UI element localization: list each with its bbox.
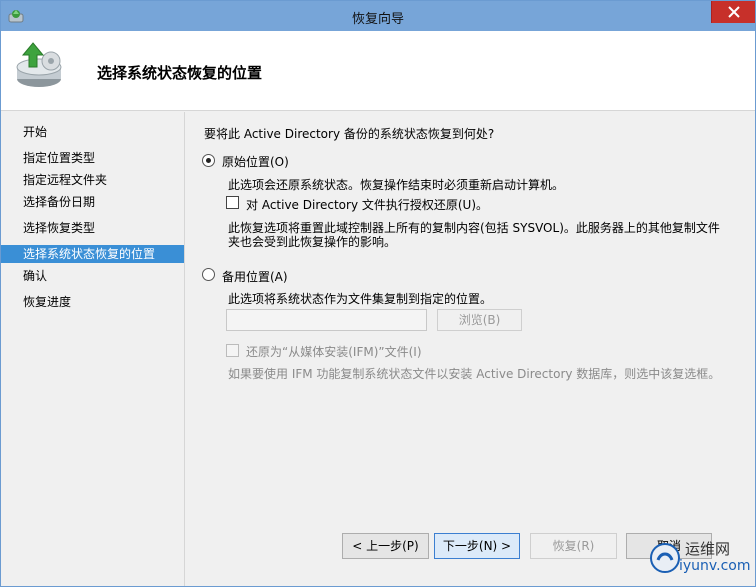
wizard-steps: 开始 指定位置类型 指定远程文件夹 选择备份日期 选择恢复类型 选择系统状态恢复… <box>1 112 185 586</box>
authoritative-restore-label[interactable]: 对 Active Directory 文件执行授权还原(U)。 <box>246 196 488 213</box>
ifm-restore-label[interactable]: 还原为“从媒体安装(IFM)”文件(I) <box>246 343 422 360</box>
recovery-wizard-window: 恢复向导 选择系统状态恢复的位置 开始 指定位置类型 指定远程文件夹 选择备份日… <box>0 0 756 587</box>
question-text: 要将此 Active Directory 备份的系统状态恢复到何处? <box>204 127 495 141</box>
watermark-logo-icon <box>650 543 680 573</box>
original-location-radio[interactable] <box>202 154 215 167</box>
ifm-note: 如果要使用 IFM 功能复制系统状态文件以安装 Active Directory… <box>228 367 721 381</box>
title-bar: 恢复向导 <box>1 1 755 31</box>
alternate-location-desc: 此选项将系统状态作为文件集复制到指定的位置。 <box>228 292 493 306</box>
step-location-type: 指定位置类型 <box>23 151 96 165</box>
watermark-text: 运维网 <box>685 540 731 558</box>
original-location-label[interactable]: 原始位置(O) <box>222 153 289 170</box>
wizard-content: 要将此 Active Directory 备份的系统状态恢复到何处? 原始位置(… <box>186 112 755 586</box>
step-remote-folder: 指定远程文件夹 <box>23 173 108 187</box>
replication-note-line2: 夹也会受到此恢复操作的影响。 <box>228 235 397 249</box>
browse-button[interactable]: 浏览(B) <box>437 309 522 331</box>
alternate-location-label[interactable]: 备用位置(A) <box>222 268 288 285</box>
step-confirm: 确认 <box>23 269 48 283</box>
authoritative-restore-checkbox[interactable] <box>226 196 239 209</box>
watermark: 运维网 iyunv.com <box>645 536 750 580</box>
step-system-state-location: 选择系统状态恢复的位置 <box>1 245 184 263</box>
window-title: 恢复向导 <box>351 12 404 27</box>
restore-button[interactable]: 恢复(R) <box>530 533 617 559</box>
alternate-path-input[interactable] <box>226 309 427 331</box>
watermark-url: iyunv.com <box>679 558 751 574</box>
step-progress: 恢复进度 <box>23 295 72 309</box>
back-button[interactable]: < 上一步(P) <box>342 533 429 559</box>
close-icon <box>728 6 740 18</box>
restore-drive-icon <box>13 39 65 91</box>
next-button[interactable]: 下一步(N) > <box>434 533 520 559</box>
alternate-location-radio[interactable] <box>202 268 215 281</box>
wizard-header: 选择系统状态恢复的位置 <box>1 31 755 111</box>
close-button[interactable] <box>711 1 755 23</box>
step-backup-date: 选择备份日期 <box>23 195 96 209</box>
ifm-restore-checkbox[interactable] <box>226 344 239 357</box>
step-start: 开始 <box>23 125 48 139</box>
original-location-desc: 此选项会还原系统状态。恢复操作结束时必须重新启动计算机。 <box>228 178 565 192</box>
page-title: 选择系统状态恢复的位置 <box>97 64 263 82</box>
step-recovery-type: 选择恢复类型 <box>23 221 96 235</box>
